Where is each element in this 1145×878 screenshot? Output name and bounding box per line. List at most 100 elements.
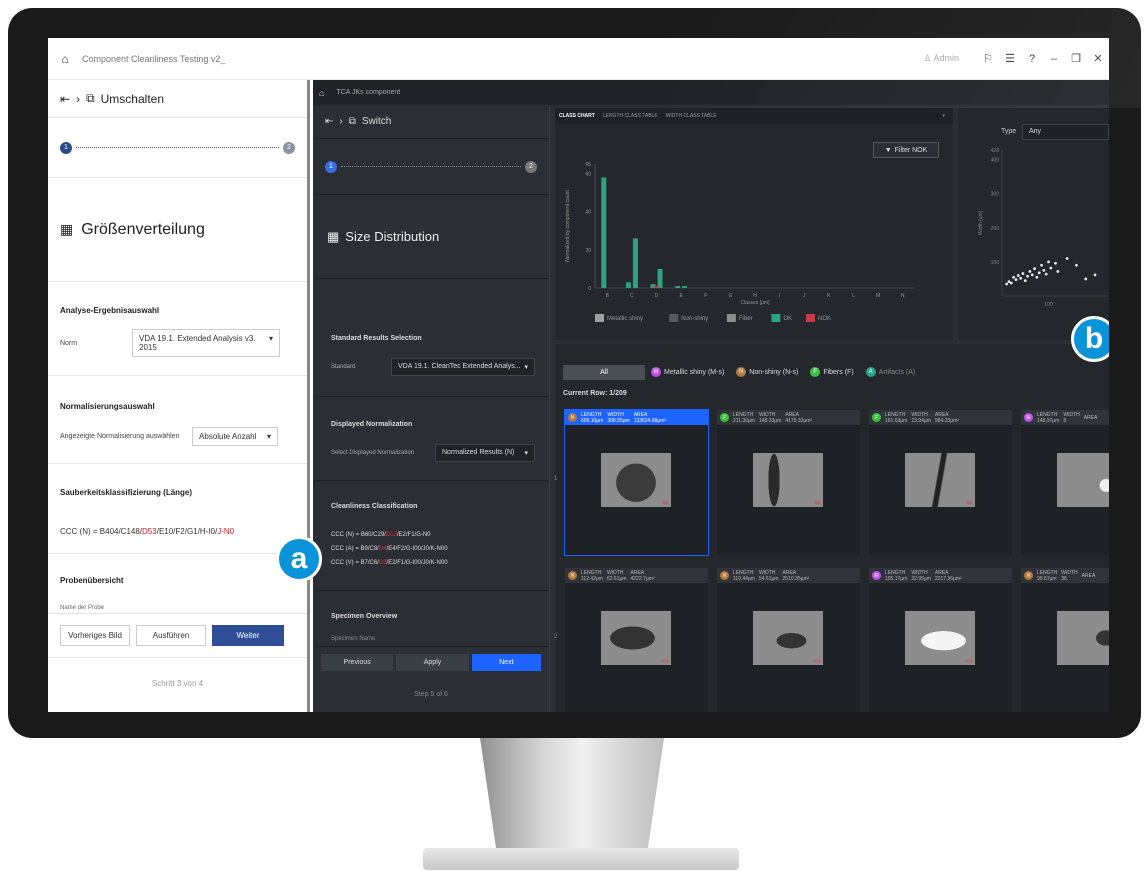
particle-card-header: N LENGTH 110.44µm WIDTH 54.61µm AREA 2510.35µm… bbox=[717, 568, 860, 583]
tab-width-class-table[interactable]: WIDTH CLASS TABLE bbox=[666, 113, 717, 119]
next-button[interactable]: Next bbox=[471, 653, 542, 671]
scatter-y-tick: 300 bbox=[991, 192, 1000, 198]
particle-card[interactable]: N LENGTH 110.44µm WIDTH 54.61µm AREA 2510.35µm… bbox=[717, 568, 860, 712]
apply-button[interactable]: Apply bbox=[396, 653, 469, 671]
particle-width-value: 388.55µm bbox=[607, 417, 630, 424]
particle-card[interactable]: N LENGTH 609.10µm WIDTH 388.55µm AREA 133624.6… bbox=[564, 409, 709, 556]
previous-button[interactable]: Previous bbox=[321, 653, 394, 671]
particle-width: WIDTH 388.55µm bbox=[607, 412, 629, 424]
step-dot-end: 2 bbox=[283, 141, 295, 154]
close-icon[interactable]: ✕ bbox=[1087, 52, 1109, 65]
row-label-2: 2 bbox=[554, 634, 558, 640]
particle-card[interactable]: M LENGTH 105.17µm WIDTH 32.95µm AREA 2217.36µm… bbox=[869, 568, 1012, 712]
particle-card[interactable]: N LENGTH 112.42µm WIDTH 62.61µm AREA 4222.7µm²… bbox=[565, 568, 708, 712]
particle-type-icon: N bbox=[720, 571, 729, 580]
particle-width-value: 148.33µm bbox=[758, 417, 782, 424]
particle-image bbox=[753, 611, 823, 665]
normalization-section-title: Normalisierungsauswahl bbox=[60, 402, 155, 411]
particle-area: AREA bbox=[1084, 415, 1098, 421]
x-tick-label: K bbox=[827, 293, 831, 299]
particle-card-header: N LENGTH 609.10µm WIDTH 388.55µm AREA 133624.6… bbox=[565, 410, 708, 425]
filter-all[interactable]: All bbox=[563, 364, 645, 380]
home-icon[interactable]: ⌂ bbox=[319, 88, 324, 98]
particle-width: WIDTH 62.61µm bbox=[607, 570, 627, 582]
flag-icon[interactable]: ⚐ bbox=[977, 52, 999, 65]
particle-area-value: 4175.32µm² bbox=[785, 417, 813, 424]
x-tick-label: H bbox=[753, 293, 757, 299]
scale-bar-label: 20µ bbox=[966, 658, 973, 663]
specimen-section-title: Probenübersicht bbox=[60, 576, 124, 585]
standard-section-title: Standard Results Selection bbox=[331, 335, 422, 342]
next-button[interactable]: Weiter bbox=[212, 625, 284, 646]
particle-area-value: 2217.36µm² bbox=[934, 575, 962, 582]
scatter-panel: Type Any 100 200 300 400 428 100 Width [µm] bbox=[958, 108, 1109, 340]
particle-length: LENGTH 148.97µm bbox=[1037, 412, 1059, 424]
standard-select[interactable]: VDA 19.1. Extended Analysis v3. 2015 ▾ bbox=[132, 329, 280, 357]
user-icon: ♙ bbox=[923, 53, 934, 63]
particle-card-header: N LENGTH 99.67µm WIDTH 36. AREA bbox=[1021, 568, 1109, 583]
particle-card-header: F LENGTH 211.30µm WIDTH 148.33µm AREA 4175.32µ… bbox=[717, 410, 860, 425]
step-indicator: 1 2 bbox=[48, 118, 307, 178]
previous-image-button[interactable]: Vorheriges Bild bbox=[60, 625, 130, 646]
filter-chip-4[interactable]: A Artifacts (A) bbox=[865, 367, 916, 377]
particle-card-header: N LENGTH 112.42µm WIDTH 62.61µm AREA 4222.7µm² bbox=[565, 568, 708, 583]
scatter-point bbox=[1028, 270, 1032, 273]
filter-chip-2[interactable]: N Non-shiny (N-s) bbox=[736, 367, 798, 377]
normalization-select[interactable]: Normalized Results (N) ▾ bbox=[435, 444, 535, 462]
back-icon[interactable]: ⇤ bbox=[60, 92, 70, 106]
x-tick-label: G bbox=[728, 293, 732, 299]
x-tick-label: M bbox=[876, 293, 880, 299]
particle-image bbox=[905, 453, 975, 507]
normalization-select[interactable]: Absolute Anzahl ▾ bbox=[192, 427, 278, 446]
scatter-x-tick: 100 bbox=[1044, 302, 1053, 308]
x-tick-label: J bbox=[803, 293, 806, 299]
particle-card[interactable]: F LENGTH 211.30µm WIDTH 148.33µm AREA 4175.32µ… bbox=[717, 410, 860, 555]
filter-chip-3[interactable]: F Fibers (F) bbox=[810, 367, 854, 377]
scatter-point bbox=[1016, 274, 1020, 277]
minimize-icon[interactable]: – bbox=[1043, 53, 1065, 65]
particle-area-value: 4222.7µm² bbox=[630, 575, 655, 582]
home-icon[interactable]: ⌂ bbox=[48, 52, 82, 66]
chevron-down-icon: ▾ bbox=[266, 432, 271, 441]
particle-card[interactable]: N LENGTH 99.67µm WIDTH 36. AREA bbox=[1021, 568, 1109, 712]
x-tick-label: B bbox=[606, 293, 610, 299]
particle-length-value: 609.10µm bbox=[581, 417, 604, 424]
scale-bar-label: 20µ bbox=[662, 658, 669, 663]
classification-section-title: Cleanliness Classification bbox=[331, 503, 418, 510]
legend-swatch bbox=[595, 314, 604, 322]
class-bar-chart: 0 20 40 60 65 B C D E F G H I J K L M N Classes [µm] Normal… bbox=[565, 162, 915, 322]
filter-chip-label: Artifacts (A) bbox=[878, 368, 916, 376]
legend-label: Metallic shiny bbox=[607, 316, 643, 322]
step-footer: Step 5 of 6 bbox=[414, 691, 448, 698]
tab-length-class-table[interactable]: LENGTH CLASS TABLE bbox=[603, 113, 658, 119]
scatter-point bbox=[1047, 260, 1050, 264]
bar-ok-C bbox=[625, 282, 631, 288]
restore-icon[interactable]: ❐ bbox=[1065, 52, 1087, 65]
breadcrumb: ⇤ › ⧉ Umschalten bbox=[48, 80, 307, 118]
tab-class-chart[interactable]: CLASS CHART bbox=[559, 113, 595, 119]
scatter-y-tick: 400 bbox=[991, 158, 1000, 164]
breadcrumb-label[interactable]: Umschalten bbox=[101, 92, 164, 106]
legend-label: Fiber bbox=[739, 316, 753, 322]
right-panel: ⌂ TCA JKs component ⇤ › ⧉ Switch 1 2 ▦ Siz… bbox=[313, 80, 1109, 712]
ccc-v-result: CCC (V) = B7/C6/D3/E2/F1/G-I00/J0/K-N00 bbox=[331, 560, 448, 566]
filter-chip-label: Fibers (F) bbox=[823, 368, 854, 376]
breadcrumb-label[interactable]: Switch bbox=[362, 116, 391, 127]
standard-section: Standard Results Selection Standard VDA … bbox=[313, 279, 549, 397]
help-icon[interactable]: ? bbox=[1021, 53, 1043, 65]
particle-card[interactable]: F LENGTH 161.63µm WIDTH 23.94µm AREA 984.23µm²… bbox=[869, 410, 1012, 555]
chevron-down-icon[interactable]: ▾ bbox=[942, 113, 945, 119]
user-label[interactable]: ♙ Admin bbox=[923, 53, 959, 64]
particle-image bbox=[1057, 453, 1109, 507]
standard-section: Analyse-Ergebnisauswahl Norm VDA 19.1. E… bbox=[48, 282, 307, 376]
bar-ok-E bbox=[675, 286, 681, 288]
particle-card[interactable]: M LENGTH 148.97µm WIDTH 8 AREA bbox=[1021, 410, 1109, 555]
run-button[interactable]: Ausführen bbox=[136, 625, 206, 646]
back-icon[interactable]: ⇤ bbox=[325, 116, 333, 127]
ccc-a-result: CCC (A) = B9/C8/D4/E4/F2/G-I00/J0/K-N00 bbox=[331, 546, 448, 552]
list-icon[interactable]: ☰ bbox=[999, 52, 1021, 65]
filter-chip-1[interactable]: M Metallic shiny (M-s) bbox=[651, 367, 724, 377]
x-tick-label: E bbox=[679, 293, 683, 299]
standard-select[interactable]: VDA 19.1. CleanTec Extended Analys... ▾ bbox=[391, 358, 535, 376]
particle-area: AREA bbox=[1082, 573, 1096, 579]
